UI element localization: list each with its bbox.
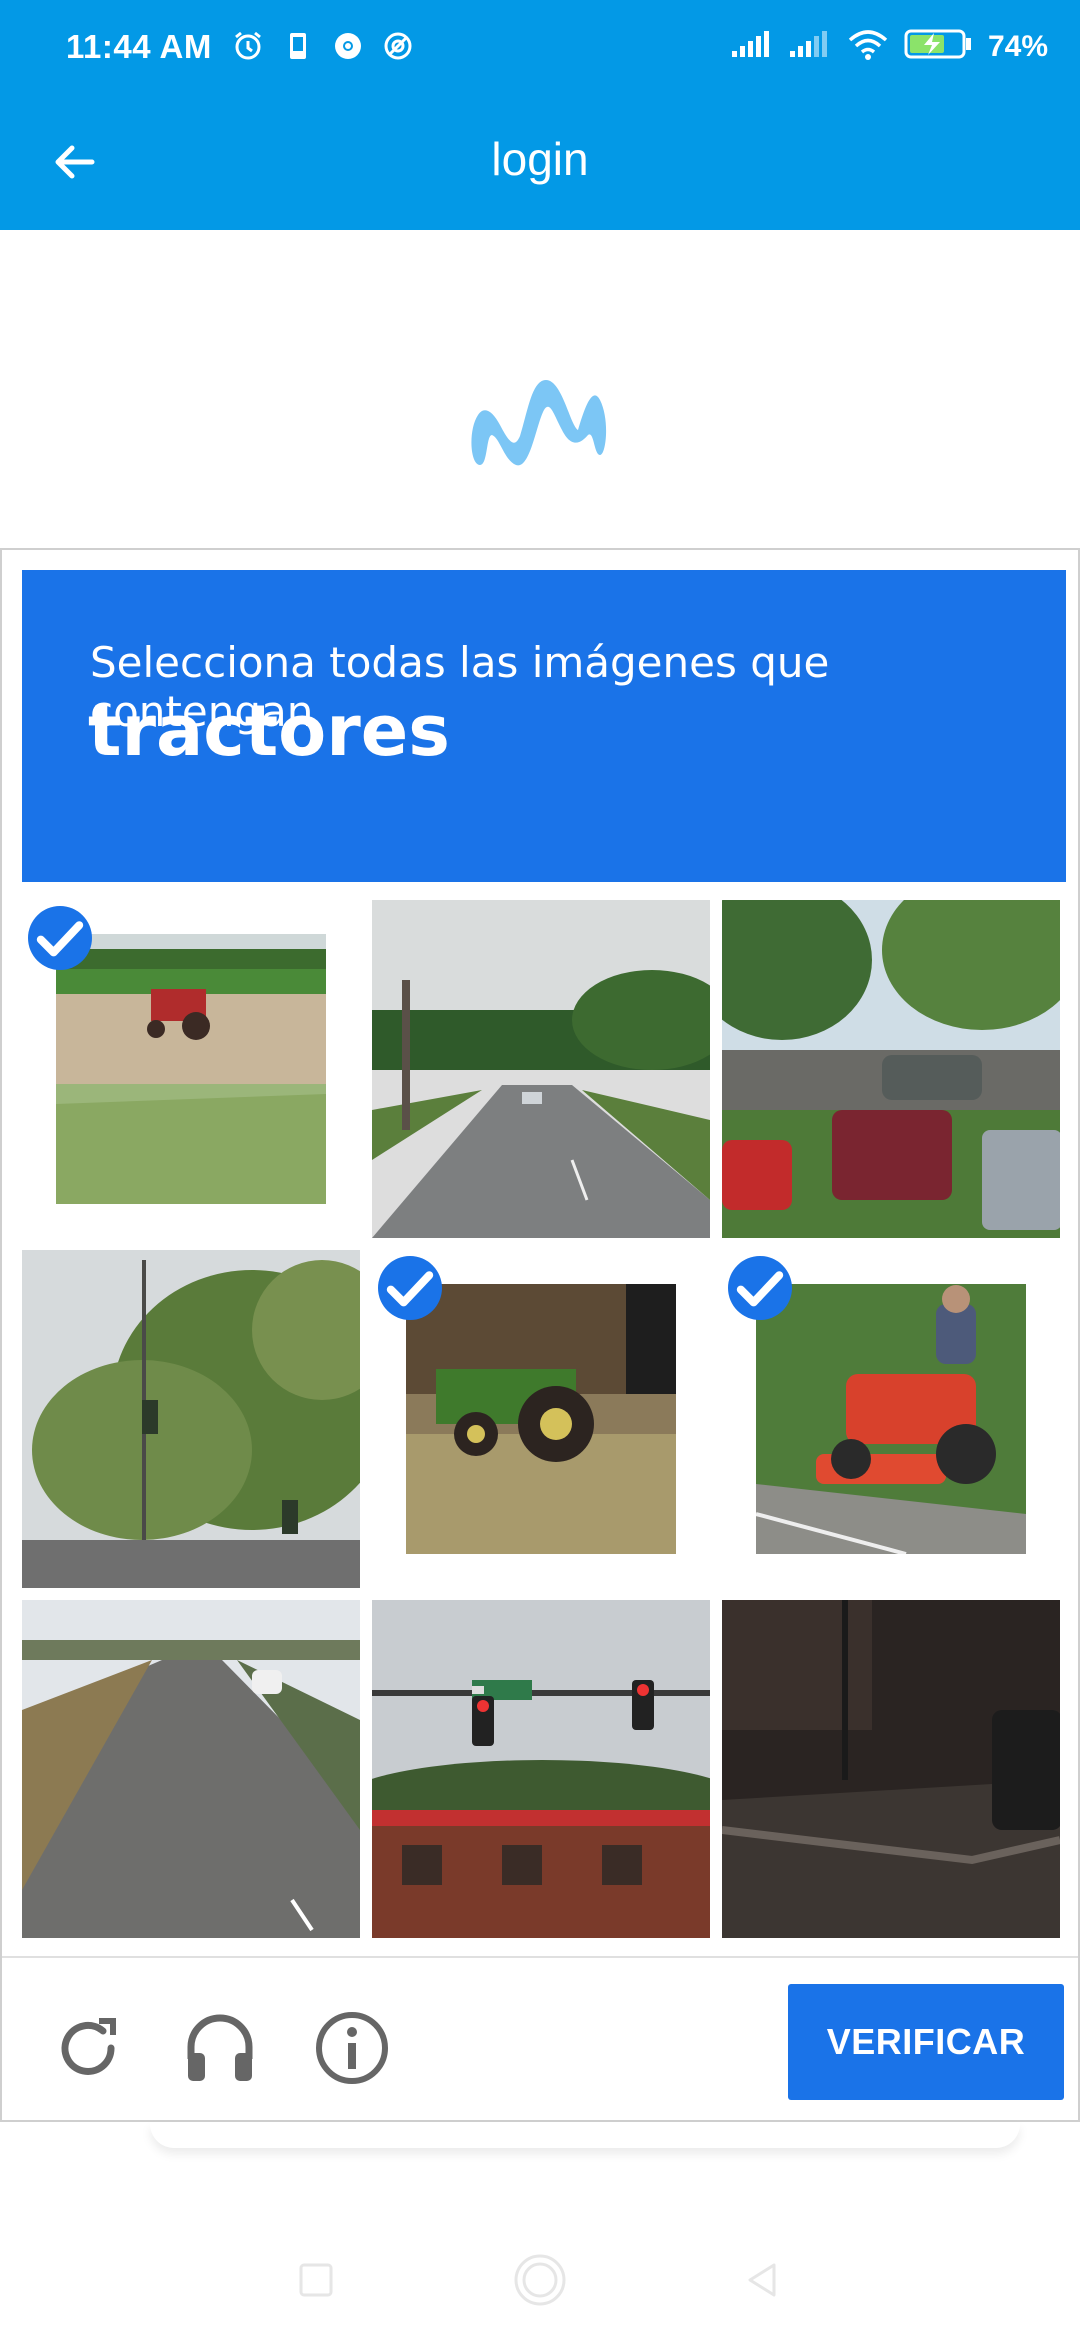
captcha-tile-4[interactable] — [22, 1250, 360, 1588]
red-mower-tractor-image — [756, 1284, 1026, 1554]
alarm-icon — [230, 28, 266, 64]
signal-icon — [788, 29, 832, 64]
page-title: login — [491, 133, 589, 185]
check-icon — [378, 1256, 442, 1320]
footer-divider — [2, 1956, 1078, 1958]
captcha-panel: Selecciona todas las imágenes que conten… — [0, 548, 1080, 2122]
reload-icon — [61, 2018, 116, 2075]
status-time: 11:44 AM — [66, 28, 212, 65]
parking-cars-image — [722, 900, 1060, 1238]
check-icon — [28, 906, 92, 970]
battery-percent: 74% — [987, 29, 1048, 63]
app-bar: login — [0, 96, 1080, 230]
navigation-bar — [0, 2210, 1080, 2340]
captcha-tile-5[interactable] — [372, 1250, 710, 1588]
status-bar: 11:44 AM 74% — [0, 0, 1080, 96]
traffic-light-store-image — [372, 1600, 710, 1938]
home-icon — [514, 2254, 566, 2306]
home-button[interactable] — [510, 2250, 570, 2310]
info-icon — [316, 2012, 388, 2084]
status-notification-icons — [230, 28, 416, 64]
captcha-tile-3[interactable] — [722, 900, 1060, 1238]
dark-street-image — [722, 1600, 1060, 1938]
battery-charging-icon — [904, 28, 974, 65]
captcha-tile-6[interactable] — [722, 1250, 1060, 1588]
audio-button[interactable] — [180, 2008, 260, 2088]
status-system-icons: 74% — [730, 28, 1048, 65]
movistar-logo — [470, 370, 610, 480]
captcha-header: Selecciona todas las imágenes que conten… — [22, 570, 1066, 882]
sync-icon — [380, 28, 416, 64]
recent-apps-button[interactable] — [286, 2250, 346, 2310]
headphones-icon — [187, 2014, 253, 2081]
tractor-field-image — [56, 934, 326, 1204]
highway-image — [22, 1600, 360, 1938]
chrome-icon — [330, 28, 366, 64]
info-button[interactable] — [312, 2008, 392, 2088]
green-tractor-image — [406, 1284, 676, 1554]
wifi-icon — [846, 28, 890, 65]
captcha-tile-2[interactable] — [372, 900, 710, 1238]
verify-button[interactable]: VERIFICAR — [788, 1984, 1064, 2100]
check-icon — [728, 1256, 792, 1320]
captcha-tile-9[interactable] — [722, 1600, 1060, 1938]
back-icon — [748, 2263, 776, 2297]
captcha-tile-7[interactable] — [22, 1600, 360, 1938]
captcha-tile-8[interactable] — [372, 1600, 710, 1938]
recent-apps-icon — [299, 2263, 333, 2297]
captcha-tile-1[interactable] — [22, 900, 360, 1238]
trees-traffic-light-image — [22, 1250, 360, 1588]
card-shadow — [150, 2122, 1020, 2148]
signal-icon — [730, 29, 774, 64]
reload-button[interactable] — [48, 2008, 128, 2088]
road-street-image — [372, 900, 710, 1238]
phone-icon — [280, 28, 316, 64]
system-back-button[interactable] — [732, 2250, 792, 2310]
captcha-target: tractores — [88, 690, 450, 772]
